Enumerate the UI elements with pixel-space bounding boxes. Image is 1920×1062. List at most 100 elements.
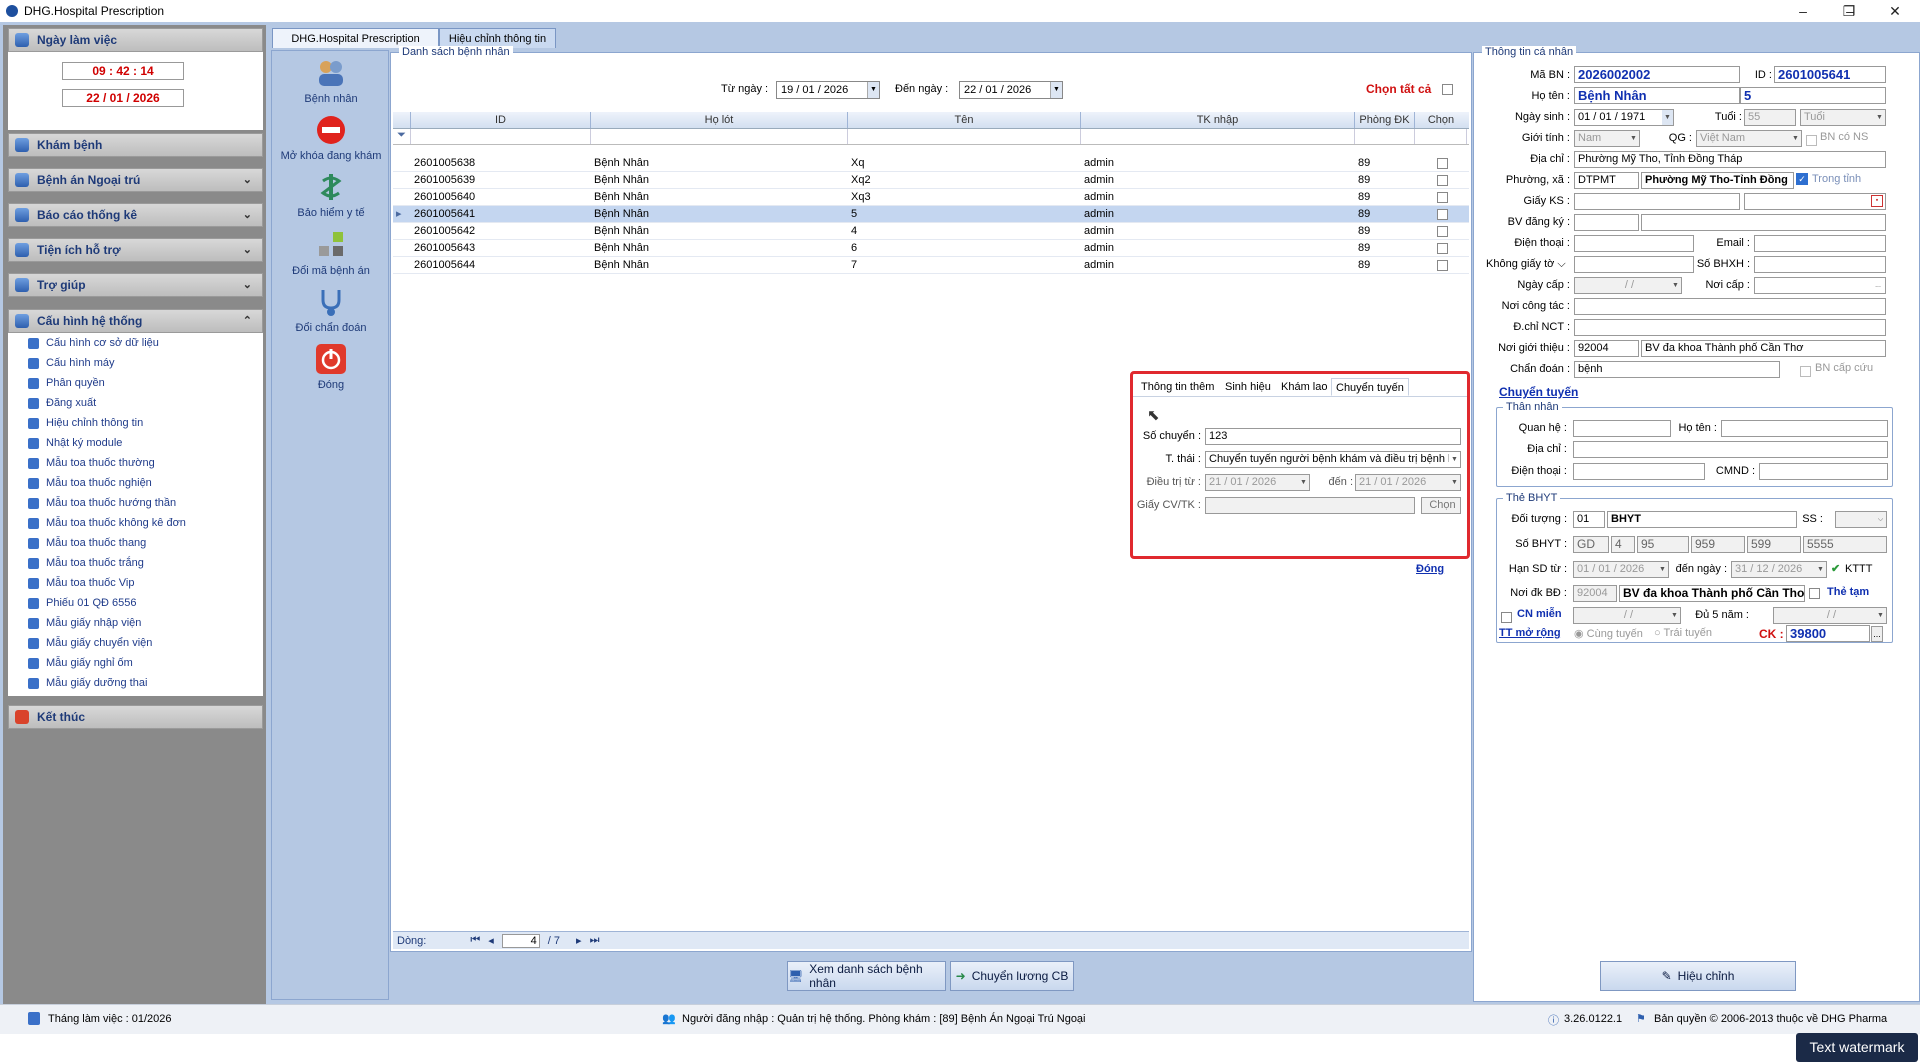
config-menu-item[interactable]: Mẫu giấy dưỡng thai	[8, 673, 263, 693]
row-select-checkbox[interactable]	[1437, 192, 1448, 203]
config-menu-item[interactable]: Nhật ký module	[8, 433, 263, 453]
current-record-input[interactable]: 4	[501, 933, 540, 948]
ngay-sinh-field[interactable]: 01 / 01 / 1971 ▼	[1574, 109, 1674, 126]
table-row[interactable]: 2601005640 Bệnh Nhân Xq3 admin 89	[393, 189, 1469, 206]
so-bhyt-part-field[interactable]: GD	[1573, 536, 1609, 553]
noi-cap-field[interactable]: ...	[1754, 277, 1886, 294]
filter-row[interactable]: ⏷	[393, 129, 1469, 145]
tab-thong-tin-them[interactable]: Thông tin thêm	[1137, 378, 1218, 396]
config-menu-item[interactable]: Mẫu giấy nhập viện	[8, 613, 263, 633]
tab-kham-lao[interactable]: Khám lao	[1277, 378, 1331, 396]
dieu-tri-to[interactable]: 21 / 01 / 2026 ▼	[1355, 474, 1461, 491]
table-row[interactable]: ▸ 2601005641 Bệnh Nhân 5 admin 89	[393, 206, 1469, 223]
ma-bn-field[interactable]: 2026002002	[1574, 66, 1740, 83]
minimize-button[interactable]: –	[1780, 0, 1826, 22]
gioi-tinh-select[interactable]: Nam ▼	[1574, 130, 1640, 147]
config-menu-item[interactable]: Cấu hình cơ sở dữ liệu	[8, 333, 263, 353]
table-row[interactable]: 2601005644 Bệnh Nhân 7 admin 89	[393, 257, 1469, 274]
row-select-checkbox[interactable]	[1437, 158, 1448, 169]
so-bhyt-part-field[interactable]: 959	[1691, 536, 1745, 553]
id-field[interactable]: 2601005641	[1774, 66, 1886, 83]
row-select-checkbox[interactable]	[1437, 243, 1448, 254]
du5-date[interactable]: / / ▼	[1773, 607, 1887, 624]
row-select-checkbox[interactable]	[1437, 209, 1448, 220]
config-menu-item[interactable]: Mẫu toa thuốc trắng	[8, 553, 263, 573]
config-menu-item[interactable]: Mẫu giấy chuyển viện	[8, 633, 263, 653]
relative-dien-thoai-field[interactable]	[1573, 463, 1705, 480]
noi-cong-tac-field[interactable]	[1574, 298, 1886, 315]
col-phong-dk[interactable]: Phòng ĐK	[1355, 112, 1415, 128]
config-menu-item[interactable]: Mẫu toa thuốc thang	[8, 533, 263, 553]
relative-ho-ten-field[interactable]	[1721, 420, 1888, 437]
table-row[interactable]: 2601005639 Bệnh Nhân Xq2 admin 89	[393, 172, 1469, 189]
trong-tinh-checkbox[interactable]: ✓	[1796, 173, 1808, 185]
bv-dang-ky-code[interactable]	[1574, 214, 1639, 231]
dropdown-arrow-icon[interactable]: ▼	[1050, 82, 1062, 98]
benh-nhan-button[interactable]: Bệnh nhân	[272, 57, 390, 105]
table-row[interactable]: 2601005638 Bệnh Nhân Xq admin 89	[393, 155, 1469, 172]
so-bhyt-part-field[interactable]: 4	[1611, 536, 1635, 553]
han-to-field[interactable]: 31 / 12 / 2026 ▼	[1731, 561, 1827, 578]
maximize-button[interactable]: ❐	[1826, 0, 1872, 22]
view-patient-list-button[interactable]: 🖥 Xem danh sách bệnh nhân	[787, 961, 946, 991]
tt-mo-rong-link[interactable]: TT mở rộng	[1499, 627, 1561, 639]
first-record-icon[interactable]: ⏮	[470, 934, 480, 947]
phuong-name-field[interactable]: Phường Mỹ Tho-Tỉnh Đồng	[1641, 172, 1794, 189]
tuoi-unit-select[interactable]: Tuổi ▼	[1800, 109, 1886, 126]
chan-doan-field[interactable]: bệnh	[1574, 361, 1780, 378]
section-ket-thuc[interactable]: Kết thúc	[8, 705, 263, 729]
config-menu-item[interactable]: Phiếu 01 QĐ 6556	[8, 593, 263, 613]
table-row[interactable]: 2601005642 Bệnh Nhân 4 admin 89	[393, 223, 1469, 240]
tab-sinh-hieu[interactable]: Sinh hiệu	[1221, 378, 1275, 396]
last-record-icon[interactable]: ⏭	[590, 934, 600, 947]
bao-hiem-button[interactable]: Bảo hiểm y tế	[272, 171, 390, 219]
ho-ten-field[interactable]: Bệnh Nhân	[1574, 87, 1740, 104]
bn-cap-cuu-checkbox[interactable]	[1800, 366, 1811, 377]
section-kham-benh[interactable]: Khám bệnh	[8, 133, 263, 157]
dong-button[interactable]: Đóng	[272, 343, 390, 391]
cmnd-field[interactable]	[1759, 463, 1888, 480]
dia-chi-field[interactable]: Phường Mỹ Tho, Tỉnh Đồng Tháp	[1574, 151, 1886, 168]
bv-dang-ky-name[interactable]	[1641, 214, 1886, 231]
cn-mien-checkbox[interactable]	[1501, 612, 1512, 623]
giay-cv-field[interactable]	[1205, 497, 1415, 514]
relative-dia-chi-field[interactable]	[1573, 441, 1888, 458]
chon-button[interactable]: Chọn	[1421, 497, 1461, 514]
ss-select[interactable]: ⌵	[1835, 511, 1887, 528]
bn-co-ns-checkbox[interactable]	[1806, 135, 1817, 146]
next-record-icon[interactable]: ▸	[576, 934, 582, 947]
cung-tuyen-radio[interactable]: ◉ Cùng tuyến	[1574, 627, 1643, 640]
giay-ks-field[interactable]	[1574, 193, 1740, 210]
han-from-field[interactable]: 01 / 01 / 2026 ▼	[1573, 561, 1669, 578]
so-bhyt-part-field[interactable]: 5555	[1803, 536, 1887, 553]
noi-dk-code[interactable]: 92004	[1573, 585, 1617, 602]
so-chuyen-field[interactable]: 123	[1205, 428, 1461, 445]
trai-tuyen-radio[interactable]: ○ Trái tuyến	[1654, 627, 1712, 639]
config-menu-item[interactable]: Mẫu toa thuốc không kê đơn	[8, 513, 263, 533]
noi-gioi-thieu-name[interactable]: BV đa khoa Thành phố Cần Thơ	[1641, 340, 1886, 357]
tuoi-field[interactable]: 55	[1744, 109, 1796, 126]
config-menu-item[interactable]: Mẫu toa thuốc Vip	[8, 573, 263, 593]
table-row[interactable]: 2601005643 Bệnh Nhân 6 admin 89	[393, 240, 1469, 257]
the-tam-checkbox[interactable]	[1809, 588, 1820, 599]
ten-field[interactable]: 5	[1740, 87, 1886, 104]
phuong-code-field[interactable]: DTPMT	[1574, 172, 1639, 189]
mo-khoa-button[interactable]: Mở khóa đang khám	[272, 114, 390, 162]
section-tien-ich[interactable]: Tiện ích hỗ trợ ⌄	[8, 238, 263, 262]
from-date-input[interactable]: 19 / 01 / 2026 ▼	[776, 81, 880, 99]
tab-prescription[interactable]: DHG.Hospital Prescription	[272, 28, 439, 48]
khong-giay-select[interactable]: Không giấy tờ ⌵	[1482, 258, 1570, 271]
giay-ks-extra-field[interactable]: ▪	[1744, 193, 1886, 210]
noi-dk-name[interactable]: BV đa khoa Thành phố Cần Thơ	[1619, 585, 1805, 602]
row-select-checkbox[interactable]	[1437, 260, 1448, 271]
tab-hieu-chinh[interactable]: Hiệu chỉnh thông tin	[439, 28, 556, 48]
dieu-tri-from[interactable]: 21 / 01 / 2026 ▼	[1205, 474, 1310, 491]
section-cau-hinh[interactable]: Cấu hình hệ thống ⌃	[8, 309, 263, 333]
tthai-select[interactable]: Chuyển tuyến người bệnh khám và điều trị…	[1205, 451, 1461, 468]
doi-chan-doan-button[interactable]: Đổi chẩn đoán	[272, 286, 390, 334]
dien-thoai-field[interactable]	[1574, 235, 1694, 252]
cn-mien-date[interactable]: / / ▼	[1573, 607, 1681, 624]
config-menu-item[interactable]: Mẫu toa thuốc nghiện	[8, 473, 263, 493]
ck-more-button[interactable]: ...	[1871, 626, 1883, 642]
quan-he-field[interactable]	[1573, 420, 1671, 437]
